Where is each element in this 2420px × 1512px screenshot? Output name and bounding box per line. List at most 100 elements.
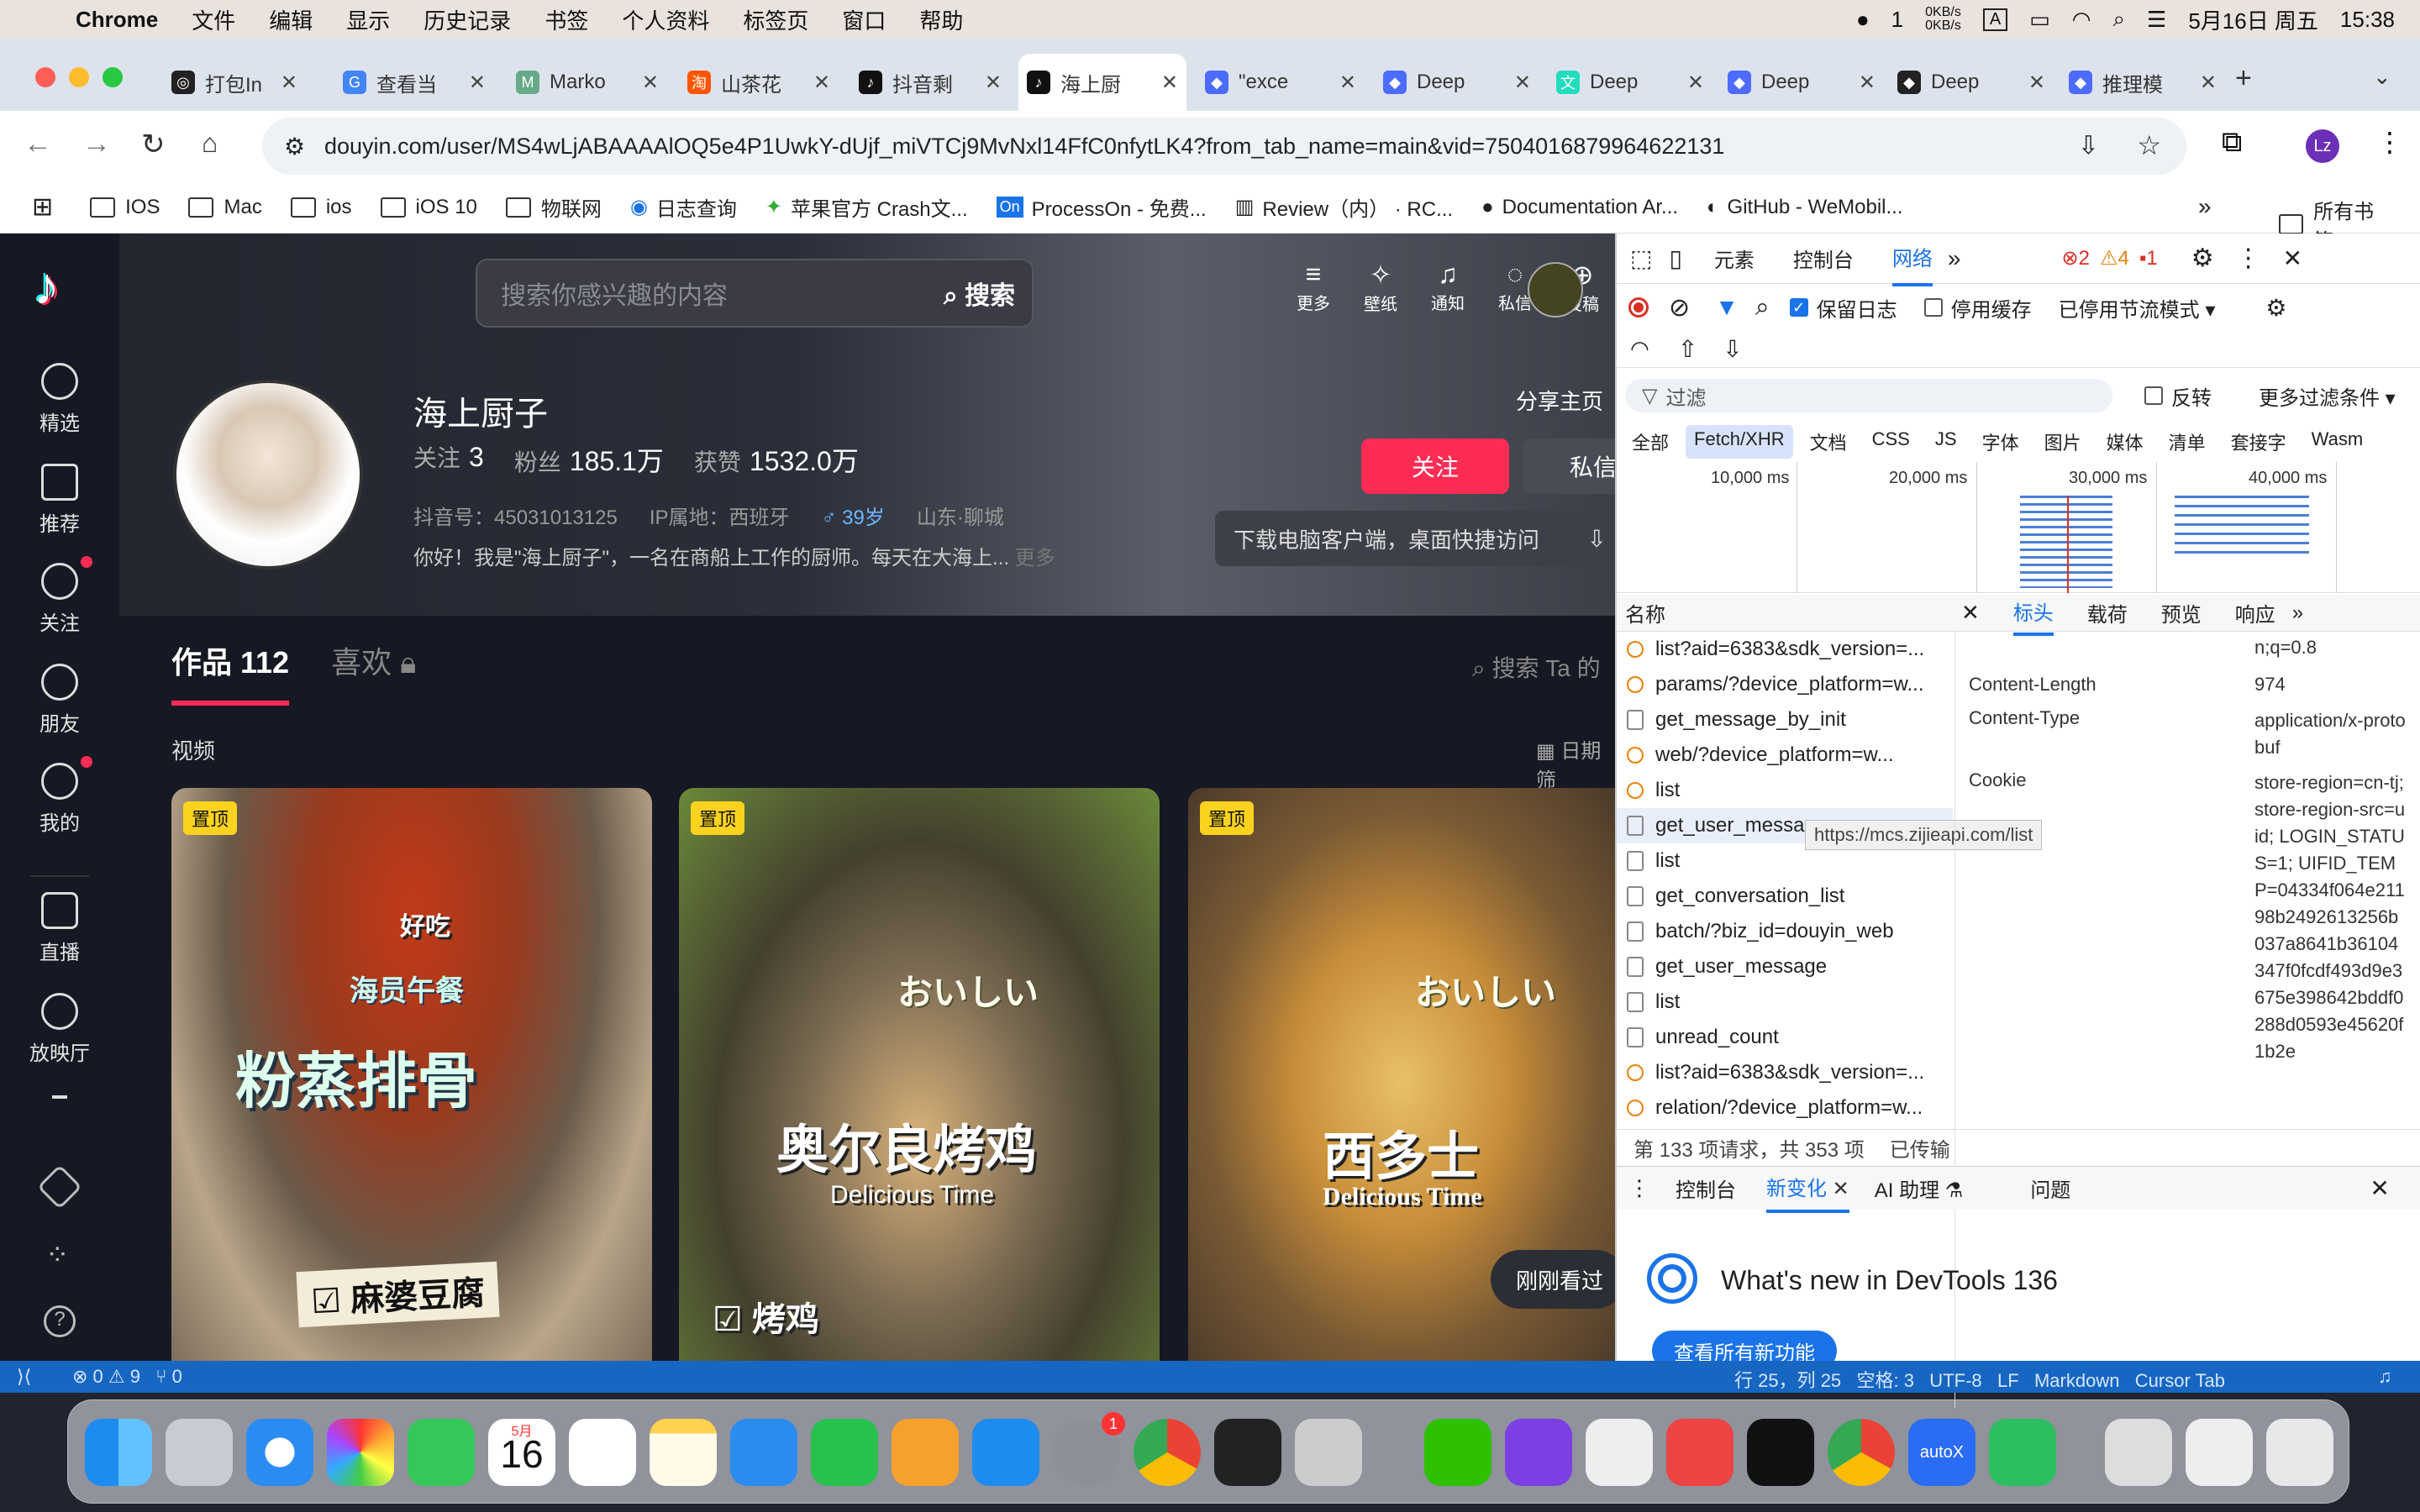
tab-likes[interactable]: 喜欢 🔒︎ xyxy=(331,638,416,706)
devtools-tab-network[interactable]: 网络 xyxy=(1891,230,1933,286)
tab-2[interactable]: M Marko ✕ xyxy=(508,54,667,111)
network-conditions-icon[interactable]: ◠ xyxy=(1630,336,1649,362)
home-icon[interactable]: ⌂ xyxy=(202,128,218,159)
wifi-icon[interactable]: ◠ xyxy=(2072,7,2091,33)
apps-grid-icon[interactable]: ⊞ xyxy=(32,192,53,222)
profile-avatar-image[interactable] xyxy=(173,380,363,570)
request-row[interactable]: list xyxy=(1617,773,1953,808)
close-tab-icon[interactable]: ✕ xyxy=(2028,71,2045,95)
github-desktop-icon[interactable] xyxy=(1505,1419,1572,1486)
chip-manifest[interactable]: 清单 xyxy=(2160,425,2214,459)
tab-0[interactable]: ◎ 打包In ✕ xyxy=(163,54,306,111)
request-row[interactable]: get_conversation_list xyxy=(1617,879,1953,914)
sidebar-item-friends[interactable]: 朋友 xyxy=(0,664,119,737)
filter-icon[interactable]: ▼ xyxy=(1715,294,1739,321)
invert-checkbox[interactable] xyxy=(2144,386,2163,405)
forward-icon[interactable]: → xyxy=(82,128,111,160)
wechat-status-icon[interactable]: ● xyxy=(1856,7,1870,33)
chrome-menu-icon[interactable]: ⋮ xyxy=(2376,126,2403,158)
menubar-date[interactable]: 5月16日 周五 xyxy=(2188,4,2318,35)
more-filters-dropdown[interactable]: 更多过滤条件 ▾ xyxy=(2259,381,2396,411)
battery-icon[interactable]: ▭ xyxy=(2029,7,2050,33)
close-detail-icon[interactable]: ✕ xyxy=(1961,600,1980,626)
launchpad-icon[interactable] xyxy=(166,1419,233,1486)
app-store-icon[interactable] xyxy=(972,1419,1039,1486)
problems-indicator[interactable]: ⊗ 0 ⚠ 9 ⑂ 0 xyxy=(72,1366,182,1388)
more-button[interactable]: ≡ 更多 xyxy=(1296,259,1331,315)
detail-tab-headers[interactable]: 标头 xyxy=(2012,590,2054,636)
menu-help[interactable]: 帮助 xyxy=(919,4,963,35)
menu-tab[interactable]: 标签页 xyxy=(743,4,808,35)
menu-window[interactable]: 窗口 xyxy=(842,4,886,35)
chip-wasm[interactable]: Wasm xyxy=(2303,425,2372,459)
menu-history[interactable]: 历史记录 xyxy=(424,4,511,35)
wallpaper-button[interactable]: ✧ 壁纸 xyxy=(1363,259,1398,315)
close-icon[interactable]: ✕ xyxy=(1833,1178,1849,1200)
search-network-icon[interactable]: ⌕ xyxy=(1755,293,1770,322)
request-row[interactable]: list xyxy=(1617,984,1953,1020)
chip-img[interactable]: 图片 xyxy=(2036,425,2090,459)
tab-search-icon[interactable]: ⌄ xyxy=(2373,64,2391,90)
disable-cache-checkbox[interactable] xyxy=(1923,298,1943,317)
devtools-tab-console[interactable]: 控制台 xyxy=(1793,244,1854,273)
safari-icon[interactable] xyxy=(246,1419,313,1486)
recent-document-icon[interactable] xyxy=(2105,1419,2172,1486)
request-row[interactable]: batch/?biz_id=douyin_web xyxy=(1617,914,1953,949)
bookmark-iot-folder[interactable]: 物联网 xyxy=(505,192,602,222)
tab-works[interactable]: 作品 112 xyxy=(171,638,290,706)
record-icon[interactable] xyxy=(1628,297,1649,318)
chip-all[interactable]: 全部 xyxy=(1623,425,1677,459)
iphone-mirroring-icon[interactable] xyxy=(1295,1419,1362,1486)
bookmark-documentation[interactable]: ● Documentation Ar... xyxy=(1481,196,1678,219)
devtools-close-icon[interactable]: ✕ xyxy=(2283,244,2302,272)
drawer-menu-icon[interactable]: ⋮ xyxy=(1628,1175,1650,1201)
evernote-icon[interactable] xyxy=(1989,1419,2056,1486)
tab-9[interactable]: ◆ Deep ✕ xyxy=(1719,54,1884,111)
minimize-window-dot[interactable] xyxy=(69,67,89,87)
network-settings-icon[interactable]: ⚙ xyxy=(2265,294,2286,322)
textedit-icon[interactable] xyxy=(1586,1419,1653,1486)
bookmark-log-query[interactable]: ◉ 日志查询 xyxy=(630,192,737,222)
following-stat[interactable]: 关注 3 xyxy=(413,440,484,479)
sidebar-item-live[interactable]: 直播 xyxy=(0,892,119,965)
numbers-icon[interactable] xyxy=(811,1419,878,1486)
chip-font[interactable]: 字体 xyxy=(1974,425,2028,459)
request-row[interactable]: list?aid=6383&sdk_version=... xyxy=(1617,1055,1953,1090)
close-tab-icon[interactable]: ✕ xyxy=(1687,71,1704,95)
drawer-tab-issues[interactable]: 问题 xyxy=(2030,1173,2070,1203)
tab-3[interactable]: 淘山茶花 ✕ xyxy=(679,54,839,111)
drawer-tab-console[interactable]: 控制台 xyxy=(1676,1173,1736,1203)
sidebar-item-recommend[interactable]: 推荐 xyxy=(0,464,119,537)
sidebar-item-following[interactable]: 关注 xyxy=(0,556,119,636)
request-row[interactable]: unread_count xyxy=(1617,1020,1953,1055)
tab-11[interactable]: ◆ 推理模 ✕ xyxy=(2060,54,2225,111)
message-button[interactable]: 私信 xyxy=(1523,438,1615,494)
menu-view[interactable]: 显示 xyxy=(346,4,390,35)
inspect-icon[interactable]: ⬚ xyxy=(1630,244,1652,272)
more-detail-tabs-icon[interactable]: » xyxy=(2292,601,2303,625)
chrome-icon[interactable] xyxy=(1828,1419,1895,1486)
downloads-stack-icon[interactable] xyxy=(2186,1419,2253,1486)
bookmark-star-icon[interactable]: ☆ xyxy=(2137,129,2161,161)
devtools-settings-icon[interactable]: ⚙ xyxy=(2191,244,2214,273)
download-client-banner[interactable]: 下载电脑客户端，桌面快捷访问 ⇩ xyxy=(1215,511,1615,566)
request-row[interactable]: web/?device_platform=w... xyxy=(1617,738,1953,773)
network-timeline[interactable]: 10,000 ms 20,000 ms 30,000 ms 40,000 ms xyxy=(1617,462,2420,593)
request-row[interactable]: get_message_by_init xyxy=(1617,702,1953,738)
more-tabs-icon[interactable]: » xyxy=(1948,245,1961,272)
menubar-time[interactable]: 15:38 xyxy=(2340,7,2395,33)
chip-ws[interactable]: 套接字 xyxy=(2223,425,2295,459)
tab-5-active[interactable]: ♪ 海上厨 ✕ xyxy=(1018,54,1186,111)
tab-4[interactable]: ♪ 抖音剩 ✕ xyxy=(850,54,1010,111)
close-tab-icon[interactable]: ✕ xyxy=(985,71,1002,95)
detail-tab-preview[interactable]: 预览 xyxy=(2161,598,2202,627)
video-card-1[interactable]: 置顶 好吃 海员午餐 粉蒸排骨 ☑ 麻婆豆腐 xyxy=(171,788,652,1369)
install-app-icon[interactable]: ⇩ xyxy=(2078,131,2099,160)
remote-icon[interactable]: ⟩⟨ xyxy=(17,1366,31,1388)
notifications-button[interactable]: ♫ 通知 xyxy=(1430,259,1465,315)
close-tab-icon[interactable]: ✕ xyxy=(1859,71,1876,95)
follow-button[interactable]: 关注 xyxy=(1361,438,1509,494)
toolbox-icon[interactable] xyxy=(1666,1419,1733,1486)
spotlight-icon[interactable]: ⌕ xyxy=(2112,6,2125,33)
device-toggle-icon[interactable]: ▯ xyxy=(1669,244,1681,272)
